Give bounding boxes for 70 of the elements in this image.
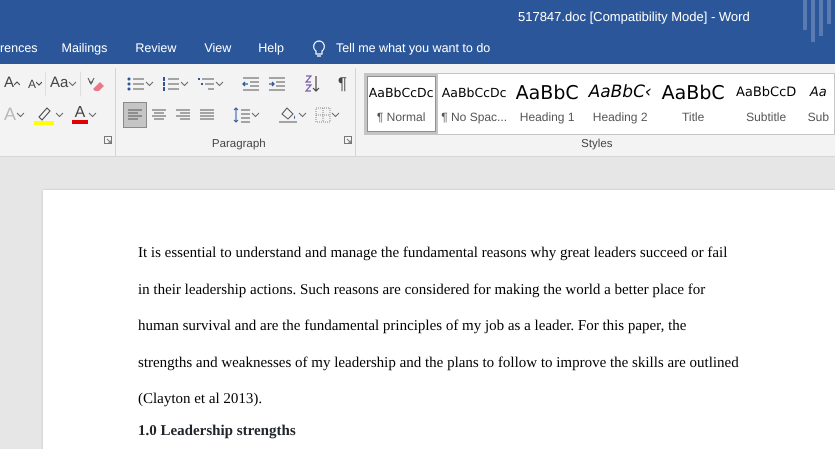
paint-bucket-icon <box>278 106 298 124</box>
caret-icon <box>68 80 78 86</box>
style-item[interactable]: AaBbC Heading 1 <box>510 74 584 134</box>
ribbon-tab[interactable]: Review <box>135 39 176 58</box>
style-name: Subtitle <box>746 109 786 126</box>
line-spacing-icon <box>232 106 251 122</box>
decrease-indent-icon <box>242 76 260 90</box>
dialog-launcher-icon <box>344 136 352 144</box>
style-name: Heading 1 <box>520 109 574 126</box>
align-right-icon <box>174 108 191 120</box>
style-name: ¶ No Spac... <box>441 109 508 126</box>
case-button[interactable]: Aa <box>46 70 82 96</box>
tell-me-field[interactable]: Tell me what you want to do <box>334 38 554 59</box>
borders-icon <box>314 106 331 122</box>
style-sample: AaBbCcDc <box>442 84 507 102</box>
style-sample: AaBbCcD <box>736 84 796 102</box>
style-item[interactable]: AaBbC Title <box>656 74 730 134</box>
style-name: ¶ Normal <box>376 109 426 126</box>
ribbon-tab[interactable]: rences <box>0 39 38 58</box>
style-item[interactable]: Aa Sub <box>802 74 834 134</box>
justify-icon <box>198 108 215 120</box>
down-caret-icon <box>36 81 42 86</box>
lightbulb-icon <box>312 40 326 58</box>
caret-icon <box>144 80 154 86</box>
style-sample: AaBbCcDc <box>368 84 434 102</box>
highlighter-icon <box>33 104 56 124</box>
caret-icon <box>298 112 307 118</box>
style-sample: AaBbC‹ <box>588 81 652 104</box>
caret-icon <box>16 112 26 118</box>
align-center-icon <box>150 108 167 120</box>
bulleted-list-icon <box>126 76 145 90</box>
window-title: 517847.doc [Compatibility Mode] - Word <box>517 8 750 26</box>
section-heading: 1.0 Leadership strengths <box>138 422 297 440</box>
group-label: Styles <box>581 136 612 152</box>
ribbon-tab[interactable]: Mailings <box>62 39 108 58</box>
font-color-button[interactable]: A <box>68 102 102 128</box>
underline-bar-icon <box>72 120 88 124</box>
group-label: Paragraph <box>212 136 266 152</box>
align-left-icon <box>126 108 143 120</box>
style-item[interactable]: AaBbCcDc ¶ No Spac... <box>438 74 511 134</box>
style-sample: AaBbC <box>516 80 579 106</box>
style-name: Heading 2 <box>592 109 648 126</box>
align-left-button[interactable] <box>122 102 147 128</box>
style-item[interactable]: AaBbCcD Subtitle <box>730 74 803 134</box>
ribbon-tab[interactable]: Help <box>258 39 284 58</box>
style-name: Sub <box>808 109 829 126</box>
caret-icon <box>55 112 64 118</box>
style-name: Title <box>682 109 704 126</box>
style-sample: Aa <box>810 84 827 102</box>
caret-icon <box>88 112 98 118</box>
grow-button[interactable]: A <box>0 70 24 96</box>
caret-icon <box>330 112 340 118</box>
dialog-launcher-icon <box>104 136 112 144</box>
show-marks-button[interactable]: ¶ <box>334 70 352 96</box>
style-item[interactable]: AaBbC‹ Heading 2 <box>584 74 657 134</box>
caret-icon <box>214 80 224 86</box>
caret-icon <box>250 112 260 118</box>
caret-icon <box>180 80 189 86</box>
body-paragraph: It is essential to understand and manage the fundamental reasons why great leaders succeed or fail in their leadership actions. Such reasons are considered for making the world a better place for human survival and are the fundamental principles of my job as a leader. For this paper, the strengths and weaknesses of my leadership and the plans to follow to improve the skills are outlined (Clayton et al 2013). <box>138 244 740 409</box>
up-caret-icon <box>14 81 20 86</box>
multilevel-list-icon <box>196 76 215 90</box>
font-color-letter: A <box>74 105 86 120</box>
style-sample: AaBbC <box>662 80 725 106</box>
bars-drawing <box>801 0 831 42</box>
shrink-button[interactable]: A <box>24 70 46 96</box>
style-item[interactable]: AaBbCcDc ¶ Normal <box>364 74 438 134</box>
numbered-list-icon <box>162 76 180 90</box>
increase-indent-icon <box>268 76 286 90</box>
ribbon-tab[interactable]: View <box>204 39 232 58</box>
sort-icon <box>304 74 320 92</box>
